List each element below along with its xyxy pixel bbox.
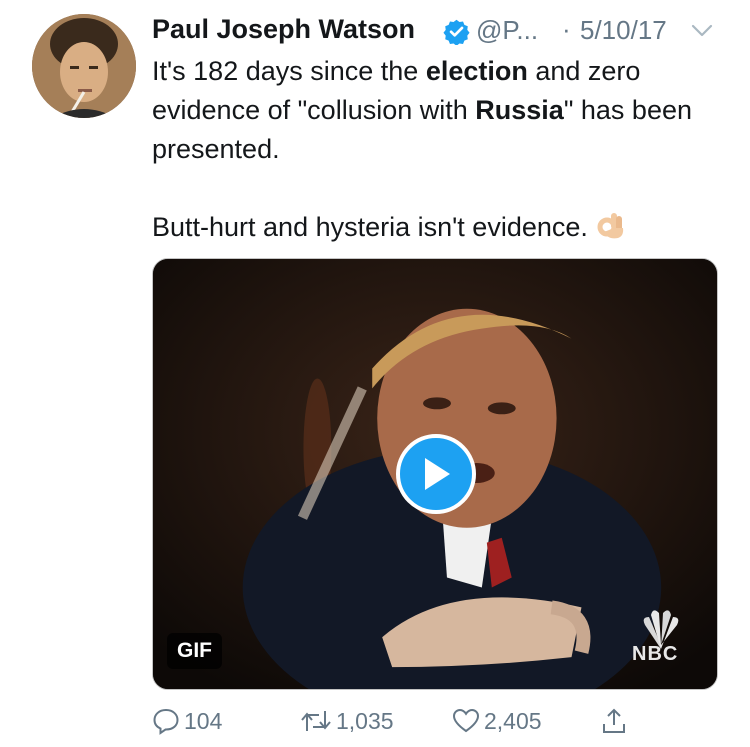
- author-handle[interactable]: @P...: [476, 15, 538, 46]
- text-bold: election: [425, 56, 528, 86]
- retweet-count: 1,035: [336, 707, 394, 734]
- chevron-down-icon[interactable]: [690, 20, 714, 40]
- avatar[interactable]: [32, 14, 136, 118]
- tweet-actions: 104 1,035 2,405: [152, 703, 672, 739]
- tweet: Paul Joseph Watson @P... · 5/10/17 It's …: [0, 0, 750, 747]
- gif-badge: GIF: [167, 633, 222, 669]
- text-run: Butt-hurt and hysteria isn't evidence.: [152, 212, 588, 242]
- verified-badge-icon: [443, 19, 470, 45]
- retweet-button[interactable]: 1,035: [300, 703, 394, 739]
- separator-dot: ·: [562, 14, 571, 44]
- heart-icon: [452, 708, 480, 733]
- tweet-date[interactable]: 5/10/17: [580, 15, 667, 46]
- avatar-image: [32, 14, 136, 118]
- media-gif[interactable]: GIF NBC: [152, 258, 718, 690]
- reply-count: 104: [184, 707, 223, 734]
- tweet-text: It's 182 days since the election and zer…: [152, 52, 727, 247]
- text-bold: Russia: [475, 95, 564, 125]
- tweet-paragraph-2: Butt-hurt and hysteria isn't evidence.: [152, 208, 727, 247]
- like-count: 2,405: [484, 707, 542, 734]
- tweet-paragraph-1: It's 182 days since the election and zer…: [152, 52, 727, 169]
- share-button[interactable]: [600, 703, 628, 739]
- retweet-icon: [301, 711, 331, 731]
- ok-hand-emoji-icon: [597, 213, 624, 239]
- nbc-watermark: NBC: [632, 643, 679, 665]
- play-button[interactable]: [396, 434, 476, 514]
- share-icon: [603, 708, 625, 733]
- text-run: It's 182 days since the: [152, 56, 426, 86]
- like-button[interactable]: 2,405: [452, 703, 542, 739]
- play-icon: [425, 458, 450, 490]
- author-name[interactable]: Paul Joseph Watson: [152, 14, 415, 45]
- reply-icon: [153, 708, 179, 735]
- reply-button[interactable]: 104: [152, 703, 222, 739]
- tweet-header: Paul Joseph Watson @P... · 5/10/17: [152, 10, 722, 50]
